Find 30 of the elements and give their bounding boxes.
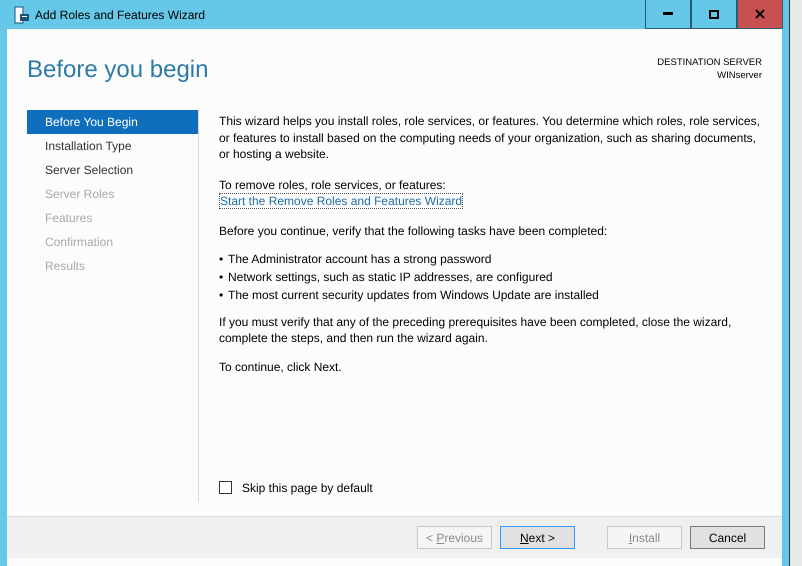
intro-paragraph: This wizard helps you install roles, role services, or features. You determine which roles, role services, or features to install based on the computing needs of your organization, such as sharing documents, or hosting a website. xyxy=(219,113,761,162)
wizard-step[interactable]: Before You Begin xyxy=(27,110,198,134)
maximize-icon xyxy=(709,10,719,18)
prerequisite-note: If you must verify that any of the preceding prerequisites have been completed, close the wizard, complete the steps, and then run the wizard again. xyxy=(219,314,732,346)
skip-checkbox[interactable] xyxy=(219,481,232,494)
destination-label: DESTINATION SERVER xyxy=(657,56,762,69)
bullet-mark: • xyxy=(219,250,224,268)
close-button[interactable] xyxy=(737,0,783,29)
wizard-step[interactable]: Server Selection xyxy=(27,158,198,182)
prerequisite-item: The Administrator account has a strong password xyxy=(228,250,492,268)
close-icon xyxy=(755,9,765,19)
maximize-button[interactable] xyxy=(691,0,737,29)
prerequisite-item: The most current security updates from Windows Update are installed xyxy=(228,286,599,304)
minimize-icon xyxy=(663,12,673,16)
remove-label: To remove roles, role services, or features: xyxy=(219,176,447,193)
verify-text: Before you continue, verify that the following tasks have been completed: xyxy=(219,223,608,240)
page-heading: Before you begin xyxy=(27,56,208,84)
wizard-step[interactable]: Installation Type xyxy=(27,134,198,158)
wizard-button[interactable]: Cancel xyxy=(690,526,765,549)
server-manager-icon xyxy=(14,6,30,24)
remove-wizard-link[interactable]: Start the Remove Roles and Features Wizard xyxy=(219,193,464,209)
window-title: Add Roles and Features Wizard xyxy=(35,6,206,24)
server-name: WINserver xyxy=(717,69,762,82)
wizard-button[interactable]: Next > xyxy=(500,526,575,549)
skip-checkbox-label: Skip this page by default xyxy=(242,480,373,496)
minimize-button[interactable] xyxy=(645,0,691,29)
bullet-mark: • xyxy=(219,286,224,304)
prerequisite-item: Network settings, such as static IP addresses, are configured xyxy=(228,268,553,286)
continue-text: To continue, click Next. xyxy=(219,358,343,375)
bullet-mark: • xyxy=(219,268,224,286)
